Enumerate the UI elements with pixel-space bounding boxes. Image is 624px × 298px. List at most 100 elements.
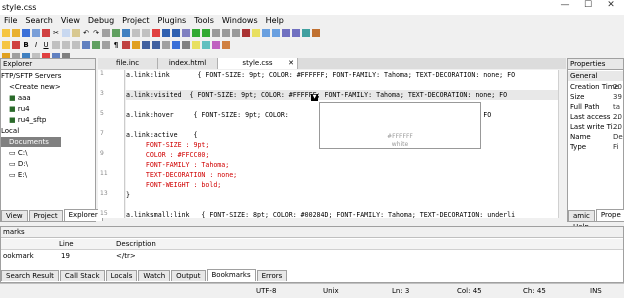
upload-icon[interactable] (282, 29, 290, 37)
editor-scrollbar[interactable] (558, 70, 566, 218)
php-icon[interactable] (212, 41, 220, 49)
menu-project[interactable]: Project (118, 15, 153, 27)
tab-errors[interactable]: Errors (256, 270, 288, 281)
comment-icon[interactable] (262, 29, 270, 37)
color-icon[interactable] (12, 41, 20, 49)
tab-search-result[interactable]: Search Result (1, 270, 59, 281)
tab-output[interactable]: Output (171, 270, 206, 281)
copy-icon[interactable] (62, 29, 70, 37)
tab-locals[interactable]: Locals (105, 270, 138, 281)
tree-item-create-new[interactable]: <Create new> (1, 82, 95, 92)
download-icon[interactable] (292, 29, 300, 37)
status-eol[interactable]: Unix (323, 284, 339, 298)
next-bookmark-icon[interactable] (172, 29, 180, 37)
tab-call-stack[interactable]: Call Stack (59, 270, 105, 281)
link-icon[interactable] (82, 41, 90, 49)
tree-item-d-drive[interactable]: ▭ D:\ (1, 159, 95, 169)
tree-item-ru4-sftp[interactable]: ■ ru4_sftp (1, 115, 95, 125)
align-center-icon[interactable] (62, 41, 70, 49)
anchor-icon[interactable] (122, 41, 130, 49)
find-icon[interactable] (102, 29, 110, 37)
align-right-icon[interactable] (72, 41, 80, 49)
indent-icon[interactable] (132, 29, 140, 37)
tab-view[interactable]: View (1, 210, 28, 221)
undo-icon[interactable]: ↶ (82, 29, 90, 37)
menu-tools[interactable]: Tools (190, 15, 218, 27)
form-icon[interactable] (132, 41, 140, 49)
table-icon[interactable] (102, 41, 110, 49)
tree-item-ftp-servers[interactable]: FTP/SFTP Servers (1, 71, 95, 81)
run-icon[interactable] (192, 29, 200, 37)
redo-icon[interactable]: ↷ (92, 29, 100, 37)
tab-project[interactable]: Project (28, 210, 63, 221)
highlight-icon[interactable] (252, 29, 260, 37)
column-line[interactable]: Line (59, 239, 74, 250)
tree-item-c-drive[interactable]: ▭ C:\ (1, 148, 95, 158)
step-into-icon[interactable] (222, 29, 230, 37)
menu-plugins[interactable]: Plugins (154, 15, 191, 27)
menu-debug[interactable]: Debug (84, 15, 118, 27)
table-row[interactable]: ookmark 19 </tr> (1, 251, 623, 261)
paste-icon[interactable] (72, 29, 80, 37)
browser-icon[interactable] (182, 29, 190, 37)
menu-bar: File Search View Debug Project Plugins T… (0, 15, 624, 27)
menu-windows[interactable]: Windows (218, 15, 262, 27)
close-button[interactable]: ✕ (601, 0, 621, 15)
outdent-icon[interactable] (142, 29, 150, 37)
div-icon[interactable] (172, 41, 180, 49)
new-file-icon[interactable] (2, 29, 10, 37)
image-icon[interactable] (92, 41, 100, 49)
save-all-icon[interactable] (32, 29, 40, 37)
menu-file[interactable]: File (0, 15, 21, 27)
close-file-icon[interactable] (42, 29, 50, 37)
ordered-list-icon[interactable] (152, 41, 160, 49)
uncomment-icon[interactable] (272, 29, 280, 37)
italic-icon[interactable]: I (32, 41, 40, 49)
cut-icon[interactable]: ✂ (52, 29, 60, 37)
column-description[interactable]: Description (116, 239, 156, 250)
replace-icon[interactable] (112, 29, 120, 37)
preview-icon[interactable] (222, 41, 230, 49)
tab-watch[interactable]: Watch (138, 270, 171, 281)
tree-item-documents[interactable]: Documents (1, 137, 61, 147)
hr-icon[interactable] (162, 41, 170, 49)
debug-icon[interactable] (202, 29, 210, 37)
bookmark-icon[interactable] (152, 29, 160, 37)
settings-icon[interactable] (312, 29, 320, 37)
status-encoding[interactable]: UTF-8 (256, 284, 276, 298)
tab-style-css[interactable]: style.css ✕ (218, 58, 298, 69)
underline-icon[interactable]: U (42, 41, 50, 49)
tab-file-inc[interactable]: file.inc (98, 58, 158, 69)
save-icon[interactable] (22, 29, 30, 37)
align-left-icon[interactable] (52, 41, 60, 49)
close-tab-icon[interactable]: ✕ (288, 58, 294, 69)
step-over-icon[interactable] (212, 29, 220, 37)
menu-view[interactable]: View (57, 15, 84, 27)
goto-icon[interactable] (122, 29, 130, 37)
tab-explorer[interactable]: Explorer (63, 209, 103, 221)
sync-icon[interactable] (302, 29, 310, 37)
paragraph-icon[interactable]: ¶ (112, 41, 120, 49)
script-icon[interactable] (192, 41, 200, 49)
span-icon[interactable] (182, 41, 190, 49)
tab-dynamic-help[interactable]: amic Help (568, 210, 595, 231)
tree-item-ru4[interactable]: ■ ru4 (1, 104, 95, 114)
tab-index-html[interactable]: index.html (158, 58, 218, 69)
menu-search[interactable]: Search (21, 15, 56, 27)
stop-icon[interactable] (242, 29, 250, 37)
tab-bookmarks[interactable]: Bookmarks (206, 269, 256, 281)
tab-properties[interactable]: Prope (595, 209, 624, 221)
tag-icon[interactable] (2, 41, 10, 49)
tree-item-aaa[interactable]: ■ aaa (1, 93, 95, 103)
list-icon[interactable] (142, 41, 150, 49)
maximize-button[interactable]: ☐ (578, 0, 598, 15)
prev-bookmark-icon[interactable] (162, 29, 170, 37)
step-out-icon[interactable] (232, 29, 240, 37)
menu-help[interactable]: Help (262, 15, 288, 27)
minimize-button[interactable]: — (555, 0, 575, 15)
bold-icon[interactable]: B (22, 41, 30, 49)
open-folder-icon[interactable] (12, 29, 20, 37)
style-icon[interactable] (202, 41, 210, 49)
tree-item-e-drive[interactable]: ▭ E:\ (1, 170, 95, 180)
tree-item-local[interactable]: Local (1, 126, 95, 136)
